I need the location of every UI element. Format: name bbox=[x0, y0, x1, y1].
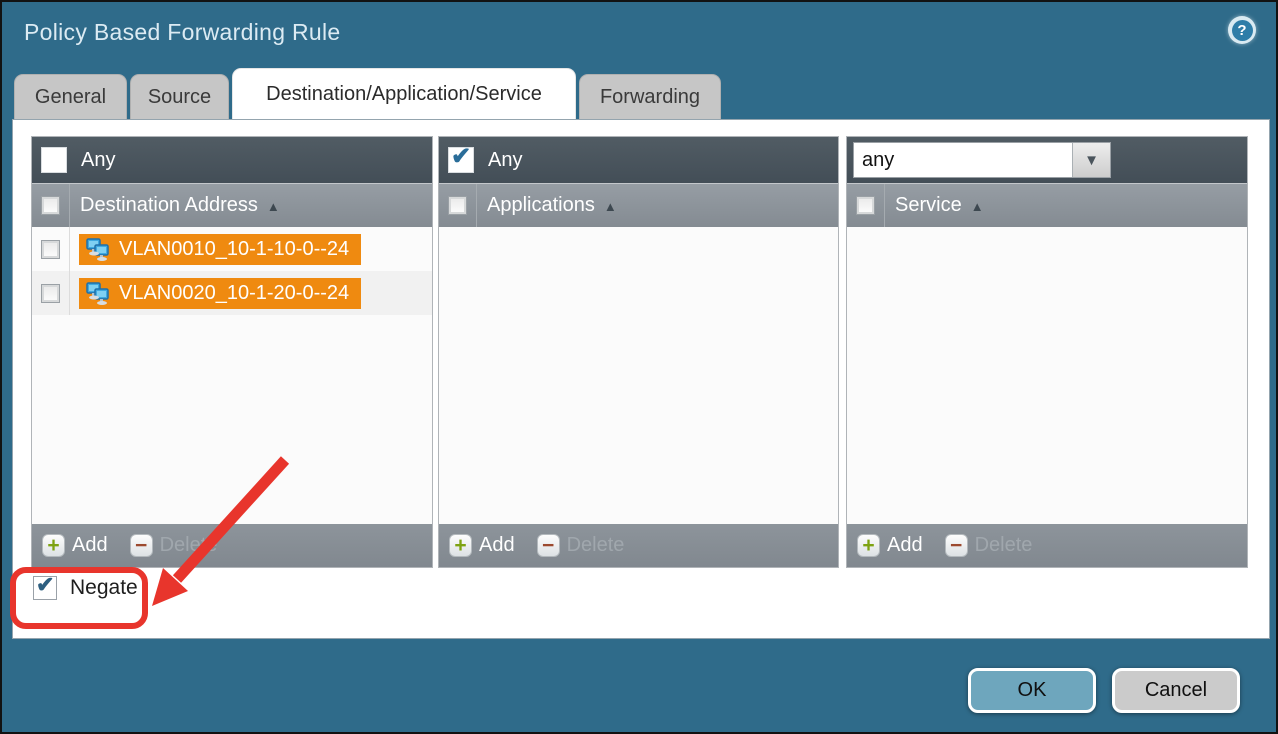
destination-column-sort[interactable]: Destination Address ▲ bbox=[70, 184, 280, 227]
tab-forwarding[interactable]: Forwarding bbox=[579, 74, 721, 119]
table-row[interactable]: VLAN0020_10-1-20-0--24 bbox=[32, 271, 432, 315]
delete-button[interactable]: − Delete bbox=[945, 534, 1033, 557]
policy-forwarding-dialog: Policy Based Forwarding Rule ? General S… bbox=[0, 0, 1278, 734]
minus-icon: − bbox=[945, 534, 968, 557]
page-title: Policy Based Forwarding Rule bbox=[24, 19, 341, 46]
applications-panel: Any Applications ▲ + Add − Dele bbox=[438, 136, 839, 568]
service-combobox: ▼ bbox=[853, 142, 1111, 178]
table-row[interactable]: VLAN0010_10-1-10-0--24 bbox=[32, 227, 432, 271]
destination-column-header: Destination Address ▲ bbox=[32, 183, 432, 227]
minus-icon: − bbox=[130, 534, 153, 557]
service-panel: ▼ Service ▲ + Add − De bbox=[846, 136, 1248, 568]
delete-button[interactable]: − Delete bbox=[130, 534, 218, 557]
applications-column-header: Applications ▲ bbox=[439, 183, 838, 227]
negate-label: Negate bbox=[70, 576, 138, 600]
tab-general[interactable]: General bbox=[14, 74, 127, 119]
chevron-down-icon[interactable]: ▼ bbox=[1072, 143, 1110, 177]
ok-button[interactable]: OK bbox=[968, 668, 1096, 713]
sort-asc-icon: ▲ bbox=[267, 197, 280, 214]
add-button[interactable]: + Add bbox=[449, 534, 515, 557]
applications-select-all-checkbox[interactable] bbox=[448, 196, 467, 215]
network-group-icon bbox=[85, 237, 111, 261]
delete-button[interactable]: − Delete bbox=[537, 534, 625, 557]
destination-footer: + Add − Delete bbox=[32, 524, 432, 567]
address-object-label: VLAN0020_10-1-20-0--24 bbox=[119, 282, 349, 305]
negate-checkbox[interactable] bbox=[33, 576, 57, 600]
service-list bbox=[847, 227, 1247, 524]
network-group-icon bbox=[85, 281, 111, 305]
service-select-all-checkbox[interactable] bbox=[856, 196, 875, 215]
help-icon[interactable]: ? bbox=[1228, 16, 1256, 44]
applications-any-label: Any bbox=[488, 149, 522, 172]
cancel-button[interactable]: Cancel bbox=[1112, 668, 1240, 713]
applications-footer: + Add − Delete bbox=[439, 524, 838, 567]
address-object-chip[interactable]: VLAN0020_10-1-20-0--24 bbox=[79, 278, 361, 309]
destination-column-label: Destination Address bbox=[80, 194, 258, 217]
service-column-header: Service ▲ bbox=[847, 183, 1247, 227]
plus-icon: + bbox=[857, 534, 880, 557]
destination-any-checkbox[interactable] bbox=[41, 147, 67, 173]
plus-icon: + bbox=[42, 534, 65, 557]
service-dropdown-input[interactable] bbox=[854, 143, 1072, 177]
tab-content: Any Destination Address ▲ bbox=[12, 119, 1270, 639]
destination-panel: Any Destination Address ▲ bbox=[31, 136, 433, 568]
applications-column-sort[interactable]: Applications ▲ bbox=[477, 184, 617, 227]
applications-any-checkbox[interactable] bbox=[448, 147, 474, 173]
applications-any-header: Any bbox=[439, 137, 838, 183]
tab-source[interactable]: Source bbox=[130, 74, 229, 119]
destination-any-header: Any bbox=[32, 137, 432, 183]
sort-asc-icon: ▲ bbox=[971, 197, 984, 214]
add-button[interactable]: + Add bbox=[42, 534, 108, 557]
applications-column-label: Applications bbox=[487, 194, 595, 217]
service-column-label: Service bbox=[895, 194, 962, 217]
row-checkbox[interactable] bbox=[41, 240, 60, 259]
service-column-sort[interactable]: Service ▲ bbox=[885, 184, 984, 227]
plus-icon: + bbox=[449, 534, 472, 557]
service-footer: + Add − Delete bbox=[847, 524, 1247, 567]
tab-bar: General Source Destination/Application/S… bbox=[14, 68, 721, 119]
service-dropdown-header: ▼ bbox=[847, 137, 1247, 183]
applications-list bbox=[439, 227, 838, 524]
destination-any-label: Any bbox=[81, 149, 115, 172]
address-object-chip[interactable]: VLAN0010_10-1-10-0--24 bbox=[79, 234, 361, 265]
negate-row: Negate bbox=[33, 576, 138, 600]
sort-asc-icon: ▲ bbox=[604, 197, 617, 214]
destination-list: VLAN0010_10-1-10-0--24 bbox=[32, 227, 432, 524]
help-icon-glyph: ? bbox=[1232, 20, 1253, 41]
destination-select-all-checkbox[interactable] bbox=[41, 196, 60, 215]
address-object-label: VLAN0010_10-1-10-0--24 bbox=[119, 238, 349, 261]
row-checkbox[interactable] bbox=[41, 284, 60, 303]
minus-icon: − bbox=[537, 534, 560, 557]
add-button[interactable]: + Add bbox=[857, 534, 923, 557]
tab-destination-application-service[interactable]: Destination/Application/Service bbox=[232, 68, 576, 119]
